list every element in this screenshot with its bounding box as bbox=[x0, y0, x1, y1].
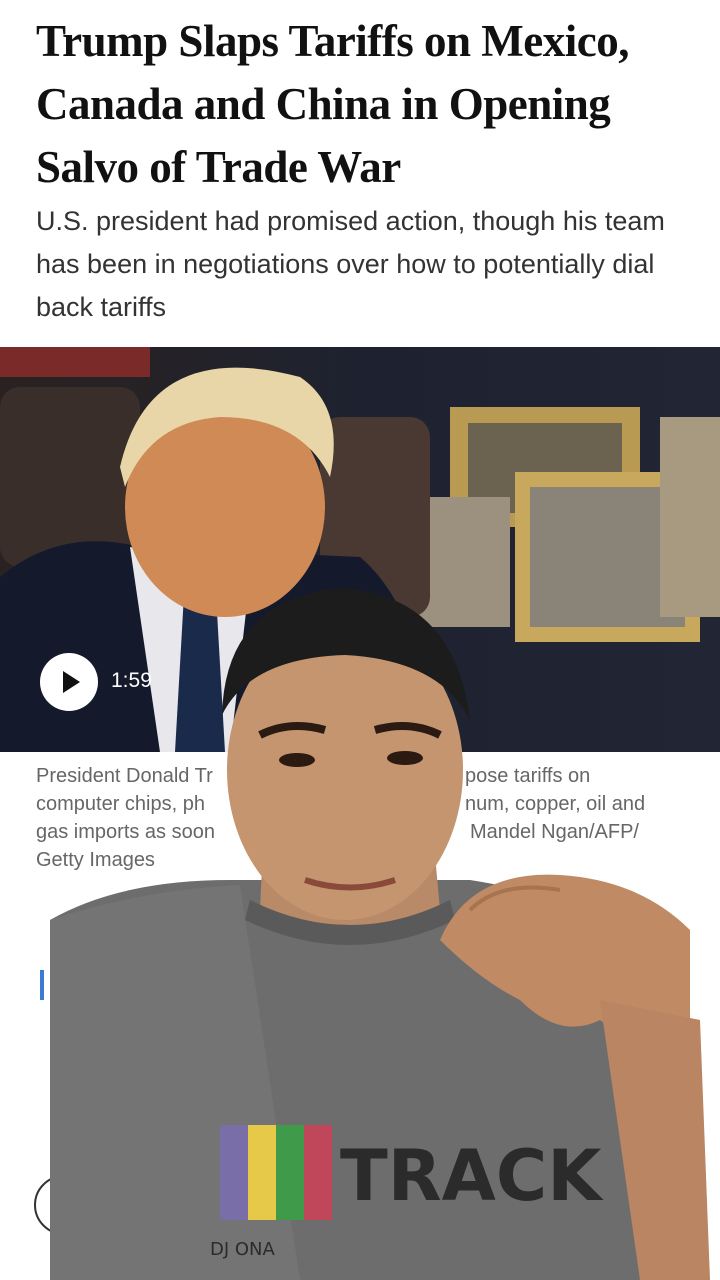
article-dek: U.S. president had promised action, thou… bbox=[36, 206, 665, 322]
creator-overlay: TRACK DJ ONA bbox=[50, 588, 710, 1280]
article-headline: Trump Slaps Tariffs on Mexico, Canada an… bbox=[36, 16, 629, 192]
shirt-print-text: TRACK bbox=[340, 1135, 604, 1217]
shirt-sub-text: DJ ONA bbox=[210, 1239, 276, 1260]
